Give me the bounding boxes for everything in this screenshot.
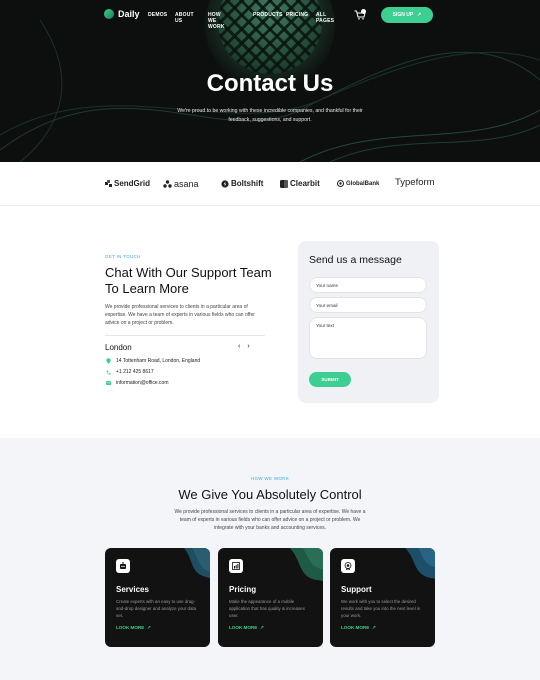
nav-item-how-we-work[interactable]: HOW WE WORK <box>208 12 225 30</box>
email-field[interactable]: Your email <box>309 297 427 313</box>
asana-icon <box>163 180 172 188</box>
clearbit-icon <box>280 179 288 188</box>
card-text: Make the appearance of a mobile applicat… <box>229 599 305 618</box>
badge-glyph <box>344 562 352 570</box>
boltshift-icon <box>221 179 229 188</box>
chart-icon <box>229 559 243 573</box>
logo-clearbit-text: Clearbit <box>290 179 320 188</box>
message-textarea[interactable]: Your text <box>309 317 427 359</box>
work-description: We provide professional services to clie… <box>174 509 366 531</box>
phone-icon <box>106 369 111 375</box>
phone-row: +1 212 425 8617 <box>106 369 154 375</box>
sign-up-button[interactable]: SIGN UP ↗ <box>381 7 433 23</box>
look-more-link[interactable]: LOOK MORE ↗ <box>116 625 151 631</box>
logo-boltshift: Boltshift <box>221 179 263 188</box>
office-pager: ‹ › <box>238 343 250 350</box>
look-more-link[interactable]: LOOK MORE ↗ <box>341 625 376 631</box>
contact-title: Chat With Our Support Team To Learn More <box>105 265 272 296</box>
form-title: Send us a message <box>309 254 402 266</box>
partner-logos: SendGrid asana Boltshift Clearbit Global… <box>0 162 540 206</box>
globe-icon <box>337 180 344 187</box>
chevron-left-icon[interactable]: ‹ <box>238 343 240 350</box>
hero-section: Daily DEMOS ABOUT US HOW WE WORK PRODUCT… <box>0 0 540 162</box>
contact-form: Send us a message Your name Your email Y… <box>298 241 439 403</box>
phone-text[interactable]: +1 212 425 8617 <box>116 369 154 375</box>
nav-item-products[interactable]: PRODUCTS <box>253 12 283 18</box>
logo-asana: asana <box>163 179 199 189</box>
look-more-label: LOOK MORE <box>116 625 145 630</box>
logo-asana-text: asana <box>174 179 199 189</box>
card-decorative-wave <box>289 548 323 582</box>
arrow-up-right-icon: ↗ <box>417 12 422 18</box>
cart-badge <box>361 9 366 14</box>
email-text[interactable]: information@office.com <box>116 380 169 386</box>
nav-item-pricing[interactable]: PRICING <box>286 12 308 18</box>
chart-glyph <box>232 562 240 570</box>
feature-card-pricing[interactable]: Pricing Make the appearance of a mobile … <box>218 548 323 647</box>
address-row: 14 Tottenham Road, London, England <box>106 358 200 364</box>
look-more-link[interactable]: LOOK MORE ↗ <box>229 625 264 631</box>
nav-item-about-us[interactable]: ABOUT US <box>175 12 194 24</box>
logo-clearbit: Clearbit <box>280 179 320 188</box>
logo-boltshift-text: Boltshift <box>231 179 264 188</box>
email-row: information@office.com <box>106 380 169 386</box>
contact-section: GET IN TOUCH Chat With Our Support Team … <box>0 206 540 438</box>
submit-button[interactable]: SUBMIT <box>309 372 351 387</box>
mail-icon <box>106 381 111 385</box>
look-more-label: LOOK MORE <box>341 625 370 630</box>
feature-card-services[interactable]: Services Create experts with an easy to … <box>105 548 210 647</box>
robot-glyph <box>120 562 126 569</box>
location-pin-icon <box>106 358 111 364</box>
look-more-label: LOOK MORE <box>229 625 258 630</box>
name-field[interactable]: Your name <box>309 277 427 293</box>
logo-globalbank-text: GlobalBank <box>346 180 380 187</box>
card-text: We work with you to select the desired r… <box>341 599 421 618</box>
arrow-up-right-icon: ↗ <box>371 625 376 630</box>
work-title: We Give You Absolutely Control <box>178 487 362 502</box>
office-city: London <box>105 343 132 352</box>
top-navigation: Daily DEMOS ABOUT US HOW WE WORK PRODUCT… <box>0 0 540 32</box>
logo-typeform: Typeform <box>395 177 435 188</box>
card-title: Pricing <box>229 585 257 594</box>
badge-icon <box>341 559 355 573</box>
work-eyebrow: HOW WE WORK <box>250 476 290 481</box>
arrow-up-right-icon: ↗ <box>146 625 151 630</box>
card-title: Services <box>116 585 149 594</box>
card-title: Support <box>341 585 372 594</box>
nav-item-demos[interactable]: DEMOS <box>148 12 167 18</box>
page-title: Contact Us <box>206 70 334 97</box>
arrow-up-right-icon: ↗ <box>259 625 264 630</box>
card-text: Create experts with an easy to use drag-… <box>116 599 197 618</box>
hero-subtitle: We're proud to be working with these inc… <box>177 108 363 123</box>
logo-text: Daily <box>118 9 140 19</box>
logo-sendgrid-text: SendGrid <box>114 179 151 188</box>
chevron-right-icon[interactable]: › <box>247 343 249 350</box>
sign-up-label: SIGN UP <box>392 12 414 18</box>
how-we-work-section: HOW WE WORK We Give You Absolutely Contr… <box>0 438 540 680</box>
feature-card-support[interactable]: Support We work with you to select the d… <box>330 548 435 647</box>
card-decorative-wave <box>183 548 210 579</box>
logo-mark-icon <box>104 9 114 19</box>
logo-typeform-text: Typeform <box>395 177 435 188</box>
address-text: 14 Tottenham Road, London, England <box>116 358 201 364</box>
logo-sendgrid: SendGrid <box>105 179 150 188</box>
contact-description: We provide professional services to clie… <box>105 304 255 326</box>
card-decorative-wave <box>404 548 435 580</box>
logo[interactable]: Daily <box>104 9 140 19</box>
robot-icon <box>116 559 130 573</box>
contact-eyebrow: GET IN TOUCH <box>105 254 141 259</box>
divider <box>105 335 265 336</box>
sendgrid-icon <box>105 180 112 187</box>
nav-item-all-pages[interactable]: ALL PAGES <box>316 12 334 24</box>
logo-globalbank: GlobalBank <box>337 180 379 187</box>
